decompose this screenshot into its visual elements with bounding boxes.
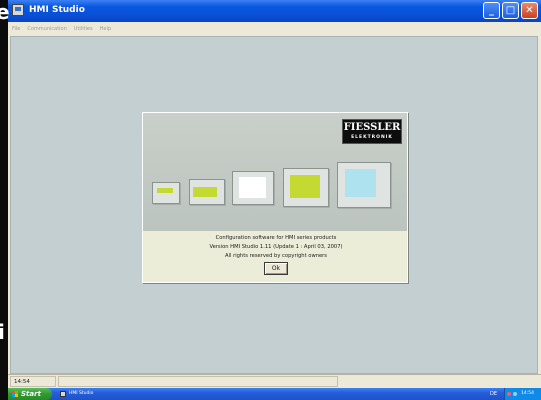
status-time-cell: 14:54: [10, 376, 56, 387]
brand-logo: FIESSLER ELEKTRONIK: [342, 119, 402, 144]
language-indicator[interactable]: DE: [490, 388, 497, 400]
maximize-button[interactable]: □: [502, 2, 519, 19]
about-dialog: FIESSLER ELEKTRONIK Configuration softwa…: [142, 112, 408, 283]
taskbar-item-hmi-studio[interactable]: HMI Studio: [60, 389, 100, 399]
hmi-panel-image-1: [152, 182, 180, 204]
app-icon: [60, 391, 66, 397]
left-edge-strip: e i: [0, 0, 10, 400]
info-copyright: All rights reserved by copyright owners: [224, 253, 328, 259]
hmi-panel-image-3: [232, 171, 274, 205]
menu-communication[interactable]: Communication: [27, 22, 66, 36]
taskbar: Start HMI Studio DE 14:54: [8, 388, 541, 400]
menu-utilities[interactable]: Utilities: [74, 22, 93, 36]
app-icon[interactable]: [12, 4, 24, 16]
menu-file[interactable]: File: [12, 22, 20, 36]
status-message-cell: [58, 376, 338, 387]
security-alert-icon[interactable]: [507, 392, 511, 396]
ok-button[interactable]: Ok: [264, 262, 288, 275]
app-window: HMI Studio _ □ ✕ File Communication Util…: [8, 0, 541, 400]
info-version: Version HMI Studio 1.11 (Update 1 : Apri…: [209, 244, 343, 250]
edge-char-top: e: [0, 0, 10, 24]
brand-subtitle: ELEKTRONIK: [351, 135, 393, 140]
workspace: FIESSLER ELEKTRONIK Configuration softwa…: [10, 36, 538, 374]
minimize-button[interactable]: _: [483, 2, 500, 19]
start-button[interactable]: Start: [8, 388, 52, 400]
status-time: 14:54: [14, 379, 30, 385]
status-bar: 14:54: [8, 374, 541, 388]
menu-help[interactable]: Help: [100, 22, 111, 36]
taskbar-item-label: HMI Studio: [69, 391, 94, 396]
brand-name: FIESSLER: [343, 122, 401, 133]
about-info: Configuration software for HMI series pr…: [143, 231, 407, 282]
system-tray: 14:54: [504, 388, 541, 400]
menu-bar: File Communication Utilities Help: [8, 22, 541, 36]
hmi-panel-image-4: [283, 168, 329, 207]
tray-clock: 14:54: [521, 391, 534, 396]
start-label: Start: [21, 390, 41, 398]
hmi-panel-image-5: [337, 162, 391, 208]
hmi-panel-image-2: [189, 179, 225, 205]
network-icon[interactable]: [513, 392, 517, 396]
title-bar[interactable]: HMI Studio _ □ ✕: [8, 0, 541, 22]
window-controls: _ □ ✕: [483, 2, 538, 19]
info-description: Configuration software for HMI series pr…: [215, 235, 337, 241]
close-button[interactable]: ✕: [521, 2, 538, 19]
product-banner: FIESSLER ELEKTRONIK: [143, 113, 407, 231]
windows-logo-icon: [12, 391, 18, 397]
window-title: HMI Studio: [29, 5, 85, 15]
edge-char-bottom: i: [0, 320, 5, 344]
